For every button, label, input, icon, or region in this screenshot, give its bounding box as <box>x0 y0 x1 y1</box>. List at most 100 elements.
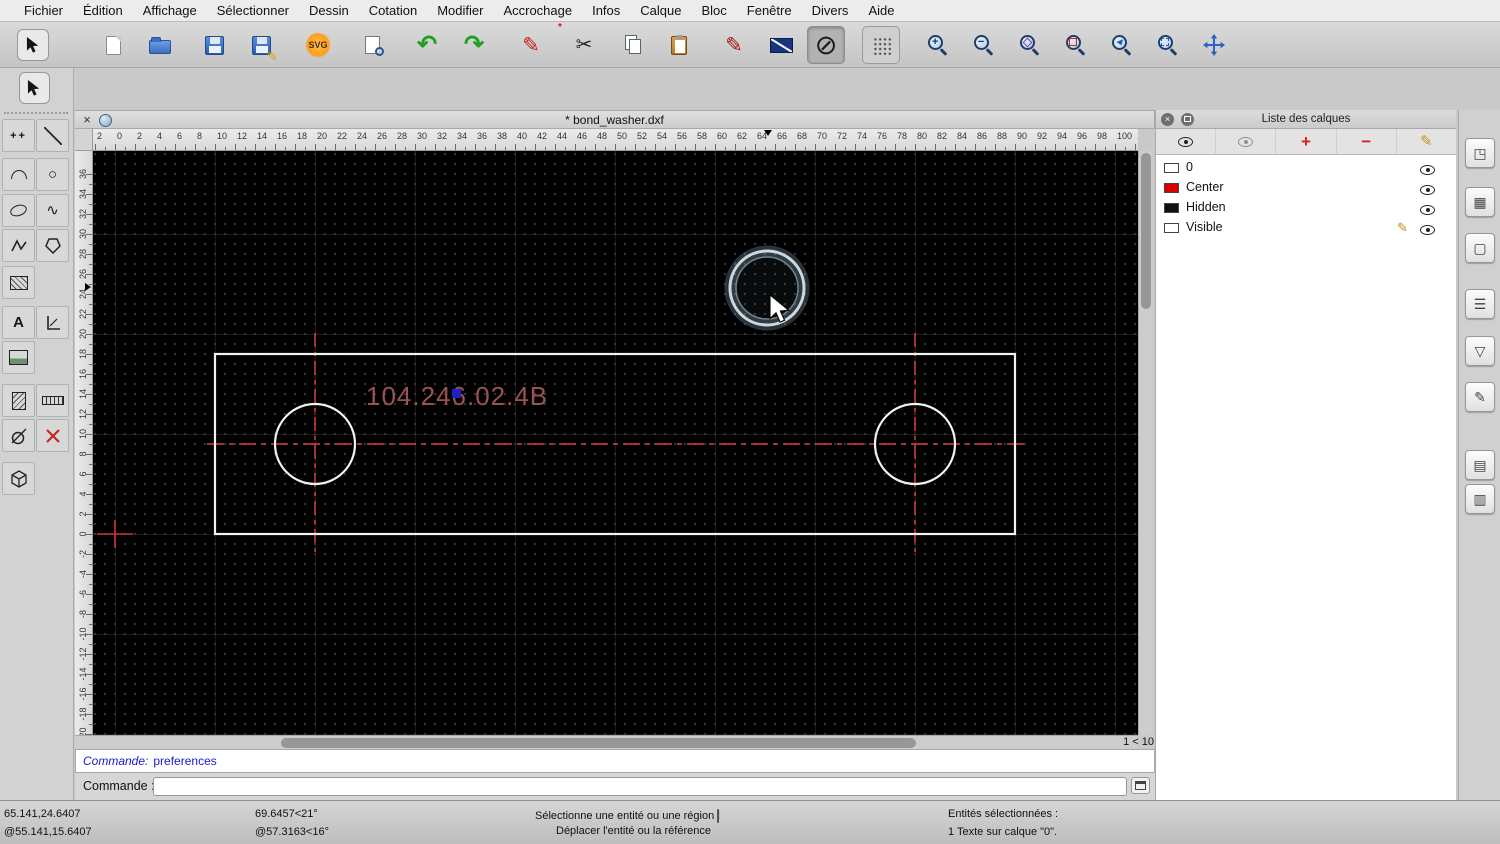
layer-panel-close-button[interactable]: × <box>1161 113 1174 126</box>
attributes-pen-button[interactable]: ✎ <box>715 26 753 64</box>
tool-dimension-button[interactable] <box>36 306 69 339</box>
layer-row-visible[interactable]: Visible ✎ <box>1156 218 1471 238</box>
zoom-previous-button[interactable]: ◀ <box>1103 26 1141 64</box>
layer-row-hidden[interactable]: Hidden <box>1156 198 1471 218</box>
edit-layer-button[interactable]: ✎ <box>1397 129 1456 154</box>
layer-visibility-toggle[interactable] <box>1420 185 1435 195</box>
menu-infos[interactable]: Infos <box>582 3 630 18</box>
tool-arc-button[interactable] <box>2 158 35 191</box>
draft-mode-button[interactable]: ⊘ <box>807 26 845 64</box>
zoom-auto-button[interactable] <box>1011 26 1049 64</box>
layer-name[interactable]: Center <box>1186 180 1224 194</box>
tool-tangent-circle-button[interactable] <box>2 419 35 452</box>
tool-polygon-button[interactable] <box>36 229 69 262</box>
save-as-button[interactable]: ✎ <box>242 26 280 64</box>
save-button[interactable] <box>195 26 233 64</box>
open-file-button[interactable] <box>141 26 179 64</box>
paste-button[interactable] <box>660 26 698 64</box>
tool-line-button[interactable] <box>36 119 69 152</box>
layer-row-center[interactable]: Center <box>1156 178 1471 198</box>
menu-dessin[interactable]: Dessin <box>299 3 359 18</box>
vertical-scrollbar-thumb[interactable] <box>1141 153 1151 309</box>
menu-cotation[interactable]: Cotation <box>359 3 427 18</box>
zoom-window-button[interactable] <box>1149 26 1187 64</box>
new-document-button[interactable] <box>94 26 132 64</box>
undo-button[interactable]: ↶ <box>408 26 446 64</box>
layer-panel-float-button[interactable] <box>1181 113 1194 126</box>
tool-points-button[interactable]: ++ <box>2 119 35 152</box>
dock-notes-button[interactable]: ▤ <box>1465 450 1495 480</box>
command-input[interactable] <box>153 777 1127 796</box>
show-all-layers-button[interactable] <box>1156 129 1217 154</box>
menu-modifier[interactable]: Modifier <box>427 3 493 18</box>
dock-blocks-button[interactable]: ▦ <box>1465 187 1495 217</box>
hide-all-layers-button[interactable] <box>1216 129 1277 154</box>
remove-layer-button[interactable]: − <box>1337 129 1397 154</box>
edit-pencil-button[interactable]: ✎ <box>512 26 550 64</box>
layer-name[interactable]: Hidden <box>1186 200 1226 214</box>
tool-spline-button[interactable]: ∿ <box>36 194 69 227</box>
vertical-scrollbar[interactable] <box>1138 151 1152 735</box>
tool-circle-button[interactable]: ○ <box>36 158 69 191</box>
cut-button[interactable]: ✂ * <box>558 22 603 64</box>
dock-clipboard-button[interactable]: ▥ <box>1465 484 1495 514</box>
tool-ellipse-button[interactable] <box>2 194 35 227</box>
tool-snap-button[interactable] <box>36 419 69 452</box>
menu-divers[interactable]: Divers <box>802 3 859 18</box>
print-preview-button[interactable] <box>353 26 391 64</box>
zoom-in-button[interactable]: + <box>919 26 957 64</box>
tool-text-button[interactable]: A <box>2 306 35 339</box>
dock-filter-button[interactable]: ▽ <box>1465 336 1495 366</box>
tab-close-button[interactable]: × <box>80 112 94 127</box>
layer-row-0[interactable]: 0 <box>1156 158 1471 178</box>
tool-measure-button[interactable] <box>36 384 69 417</box>
copy-button[interactable] <box>614 26 652 64</box>
menu-bloc[interactable]: Bloc <box>691 3 736 18</box>
line-attributes-button[interactable] <box>762 26 800 64</box>
zoom-selected-button[interactable] <box>1057 26 1095 64</box>
layer-visibility-toggle[interactable] <box>1420 205 1435 215</box>
menu-edition[interactable]: Édition <box>73 3 133 18</box>
menu-fichier[interactable]: Fichier <box>14 3 73 18</box>
horizontal-scrollbar[interactable] <box>75 735 1138 749</box>
menu-aide[interactable]: Aide <box>858 3 904 18</box>
menu-selectionner[interactable]: Sélectionner <box>207 3 299 18</box>
layer-name[interactable]: 0 <box>1186 160 1193 174</box>
add-layer-button[interactable]: + <box>1276 129 1337 154</box>
document-tab-title[interactable]: * bond_washer.dxf <box>565 113 664 127</box>
tool-polyline-button[interactable] <box>2 229 35 262</box>
horizontal-scrollbar-thumb[interactable] <box>281 738 916 748</box>
menu-fenetre[interactable]: Fenêtre <box>737 3 802 18</box>
pan-button[interactable] <box>1195 26 1233 64</box>
tab-window-icon[interactable] <box>99 114 112 127</box>
menu-accrochage[interactable]: Accrochage <box>493 3 582 18</box>
text-insertion-handle[interactable] <box>452 389 461 398</box>
redo-button[interactable]: ↷ <box>455 26 493 64</box>
layer-color-swatch[interactable] <box>1164 163 1179 173</box>
dock-block-visibility-button[interactable]: ◳ <box>1465 138 1495 168</box>
menu-calque[interactable]: Calque <box>630 3 691 18</box>
zoom-out-button[interactable]: − <box>965 26 1003 64</box>
drawing-canvas[interactable]: 104.246.02.4B <box>93 151 1138 735</box>
svg-export-button[interactable]: SVG <box>299 26 337 64</box>
tool-hatch-button[interactable] <box>2 266 35 299</box>
dock-entity-list-button[interactable]: ☰ <box>1465 289 1495 319</box>
command-options-button[interactable] <box>1131 777 1150 794</box>
select-tool-button[interactable] <box>17 29 49 61</box>
tool-isometric-button[interactable] <box>2 462 35 495</box>
cut-scissors-icon: ✂ <box>575 34 593 56</box>
layer-color-swatch[interactable] <box>1164 203 1179 213</box>
palette-select-button[interactable] <box>19 72 50 104</box>
dock-page-button[interactable]: ▢ <box>1465 233 1495 263</box>
palette-drag-handle[interactable] <box>4 112 68 114</box>
menu-affichage[interactable]: Affichage <box>133 3 207 18</box>
layer-visibility-toggle[interactable] <box>1420 225 1435 235</box>
layer-name[interactable]: Visible <box>1186 220 1223 234</box>
tool-image-button[interactable] <box>2 341 35 374</box>
layer-visibility-toggle[interactable] <box>1420 165 1435 175</box>
layer-color-swatch[interactable] <box>1164 183 1179 193</box>
grid-toggle-button[interactable] <box>862 26 900 64</box>
tool-pattern-button[interactable] <box>2 384 35 417</box>
layer-color-swatch[interactable] <box>1164 223 1179 233</box>
dock-pen-settings-button[interactable]: ✎ <box>1465 382 1495 412</box>
